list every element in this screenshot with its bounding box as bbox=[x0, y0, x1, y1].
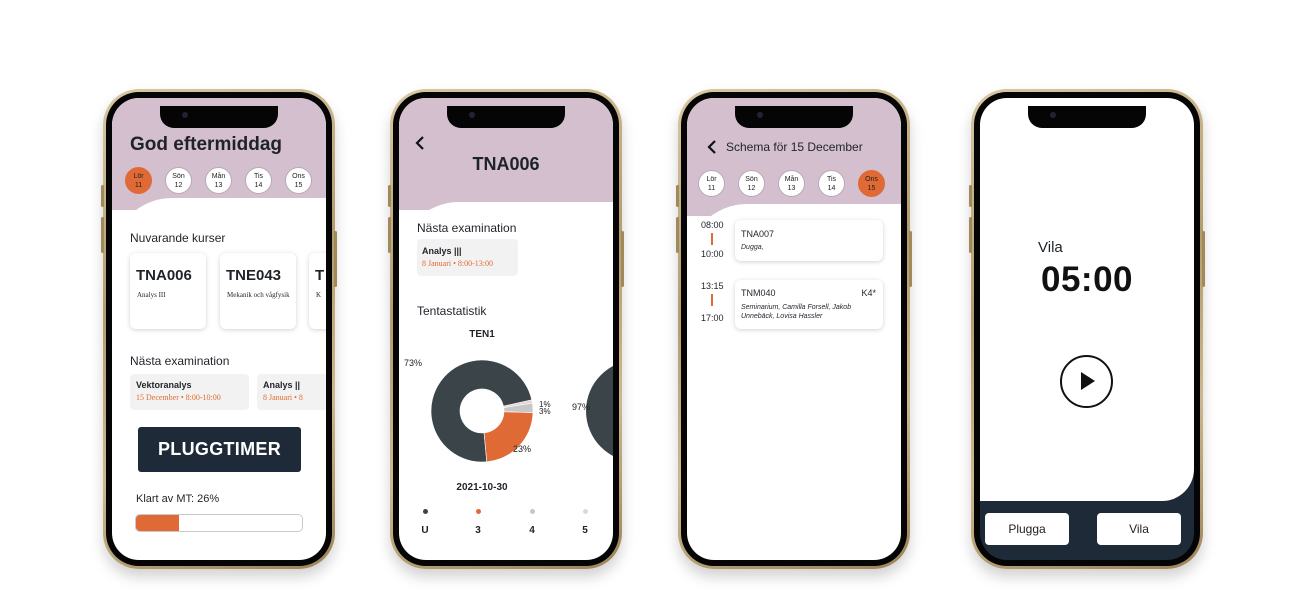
day-name: Ons bbox=[292, 173, 305, 180]
day-number: 11 bbox=[134, 182, 143, 189]
next-exam-title: Nästa examination bbox=[130, 354, 230, 368]
legend-dot bbox=[475, 509, 481, 514]
course-code: T bbox=[315, 267, 325, 284]
course-code: TNE043 bbox=[226, 267, 282, 284]
side-button bbox=[101, 185, 104, 207]
day-chip[interactable]: Lör 11 bbox=[125, 167, 152, 194]
slice-label: 73% bbox=[404, 358, 422, 368]
course-name: Analys III bbox=[137, 291, 166, 299]
event-card[interactable]: TNM040 K4* Seminarium, Camilla Forsell, … bbox=[735, 280, 883, 329]
event-end: 10:00 bbox=[701, 249, 724, 259]
timer-display: 05:00 bbox=[1040, 260, 1134, 299]
time-marker bbox=[711, 233, 713, 245]
day-chip[interactable]: Ons 15 bbox=[858, 170, 885, 197]
legend-dot bbox=[582, 509, 588, 514]
legend-label: U bbox=[421, 525, 429, 536]
day-number: 12 bbox=[174, 182, 183, 189]
pie-slice-3 bbox=[483, 411, 534, 463]
day-name: Lör bbox=[133, 173, 144, 180]
day-name: Sön bbox=[172, 173, 185, 180]
day-chip[interactable]: Ons 15 bbox=[285, 167, 312, 194]
phone-schedule: Schema för 15 December Lör 11 Sön 12 Mån 13 Ti… bbox=[676, 89, 912, 569]
day-chip[interactable]: Sön 12 bbox=[738, 170, 765, 197]
day-name: Mån bbox=[784, 176, 799, 183]
day-chip[interactable]: Tis 14 bbox=[245, 167, 272, 194]
course-name: Mekanik och vågfysik bbox=[227, 291, 290, 299]
legend-label: 3 bbox=[475, 525, 481, 536]
home-screen: God eftermiddag Lör 11 Sön 12 Mån 13 Tis 14 Ons 1… bbox=[112, 98, 326, 560]
legend-label: 5 bbox=[582, 525, 588, 536]
day-number: 13 bbox=[214, 182, 223, 189]
event-code: TNA007 bbox=[741, 229, 775, 239]
day-name: Tis bbox=[826, 176, 837, 183]
day-name: Ons bbox=[865, 176, 878, 183]
exam-name: Vektoranalys bbox=[136, 380, 192, 390]
day-number: 15 bbox=[867, 185, 876, 192]
pluggtimer-button[interactable]: PLUGGTIMER bbox=[138, 427, 301, 472]
next-chart-label: 97% bbox=[572, 402, 590, 412]
day-chip[interactable]: Mån 13 bbox=[205, 167, 232, 194]
exam-time: 15 December • 8:00-10:00 bbox=[136, 393, 221, 402]
course-code: TNA006 bbox=[136, 267, 192, 284]
course-screen: TNA006 Nästa examination Analys ||| 8 Ja… bbox=[399, 98, 613, 560]
phone-course: TNA006 Nästa examination Analys ||| 8 Ja… bbox=[388, 89, 624, 569]
play-icon[interactable] bbox=[1060, 355, 1113, 408]
slice-label: 23% bbox=[513, 444, 531, 454]
day-number: 13 bbox=[787, 185, 796, 192]
tab-vila[interactable]: Vila bbox=[1097, 513, 1181, 545]
event-start: 08:00 bbox=[701, 220, 724, 230]
tab-plugga[interactable]: Plugga bbox=[985, 513, 1069, 545]
exam-name: Analys || bbox=[263, 380, 301, 390]
mode-label: Vila bbox=[1038, 239, 1063, 256]
legend-label: 4 bbox=[529, 525, 535, 536]
event-card[interactable]: TNA007 Dugga, bbox=[735, 220, 883, 261]
day-number: 12 bbox=[747, 185, 756, 192]
event-room: K4* bbox=[861, 288, 876, 298]
day-number: 14 bbox=[827, 185, 836, 192]
day-chip[interactable]: Lör 11 bbox=[698, 170, 725, 197]
day-name: Sön bbox=[745, 176, 758, 183]
day-name: Tis bbox=[253, 173, 264, 180]
exam-time: 8 Januari • 8 bbox=[263, 393, 303, 402]
schedule-title: Schema för 15 December bbox=[726, 140, 863, 154]
time-marker bbox=[711, 294, 713, 306]
legend-dot bbox=[422, 509, 428, 514]
phone-timer: Vila 05:00 Plugga Vila bbox=[969, 89, 1205, 569]
next-chart-peek[interactable] bbox=[586, 360, 613, 462]
timer-screen: Vila 05:00 Plugga Vila bbox=[980, 98, 1194, 560]
day-number: 15 bbox=[294, 182, 303, 189]
day-chip[interactable]: Mån 13 bbox=[778, 170, 805, 197]
day-name: Lör bbox=[706, 176, 717, 183]
current-courses-title: Nuvarande kurser bbox=[130, 231, 226, 245]
day-chip[interactable]: Tis 14 bbox=[818, 170, 845, 197]
day-chip[interactable]: Sön 12 bbox=[165, 167, 192, 194]
side-button bbox=[101, 217, 104, 253]
event-end: 17:00 bbox=[701, 313, 724, 323]
day-name: Mån bbox=[211, 173, 226, 180]
event-start: 13:15 bbox=[701, 281, 724, 291]
course-card[interactable]: TNA006 Analys III bbox=[130, 253, 206, 329]
course-card[interactable]: TNE043 Mekanik och vågfysik bbox=[220, 253, 296, 329]
event-code: TNM040 bbox=[741, 288, 776, 298]
exam-item[interactable]: Analys || 8 Januari • 8 bbox=[257, 374, 326, 410]
event-desc: Seminarium, Camilla Forsell, Jakob Unneb… bbox=[741, 304, 852, 320]
side-button bbox=[334, 231, 337, 287]
progress-label: Klart av MT: 26% bbox=[136, 493, 220, 505]
course-name: K bbox=[316, 291, 322, 299]
slice-label: 1% bbox=[539, 400, 551, 409]
day-number: 11 bbox=[707, 185, 716, 192]
event-desc: Dugga, bbox=[741, 244, 764, 251]
progress-bar bbox=[135, 514, 303, 532]
course-card[interactable]: T K bbox=[309, 253, 326, 329]
progress-fill bbox=[136, 515, 180, 531]
chevron-left-icon[interactable] bbox=[707, 140, 717, 159]
day-number: 14 bbox=[254, 182, 263, 189]
legend-dot bbox=[529, 509, 535, 514]
phone-home: God eftermiddag Lör 11 Sön 12 Mån 13 Tis 14 Ons 1… bbox=[101, 89, 337, 569]
exam-item[interactable]: Vektoranalys 15 December • 8:00-10:00 bbox=[130, 374, 249, 410]
greeting-title: God eftermiddag bbox=[130, 134, 283, 155]
schedule-screen: Schema för 15 December Lör 11 Sön 12 Mån 13 Ti… bbox=[687, 98, 901, 560]
chart-date: 2021-10-30 bbox=[456, 482, 508, 493]
